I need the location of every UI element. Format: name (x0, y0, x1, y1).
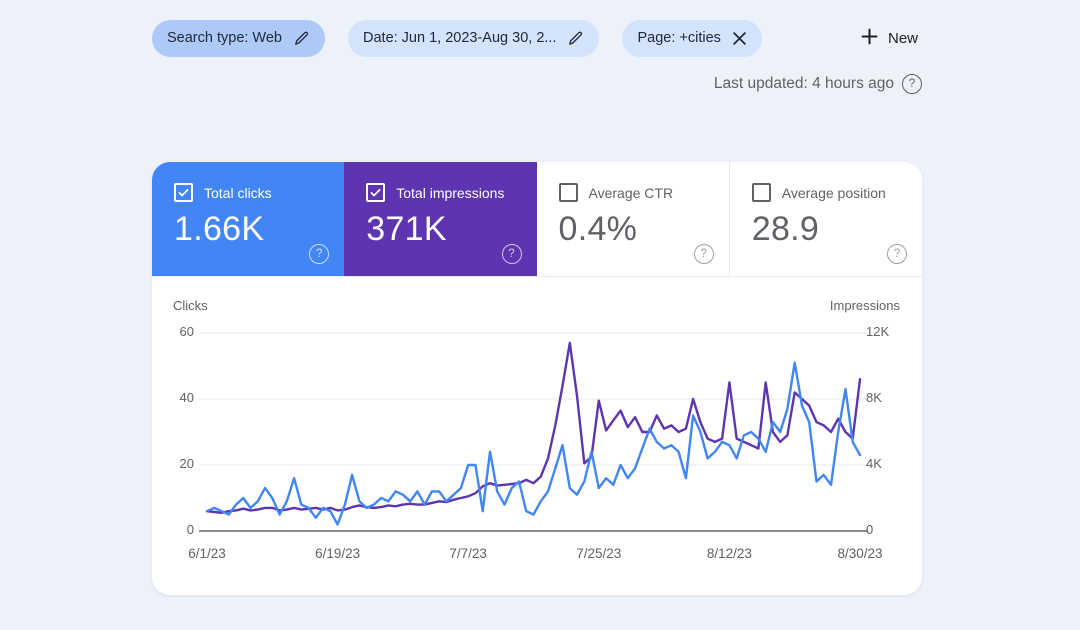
performance-chart: Clicks Impressions 60 40 20 0 12K 8K 4K 0 6/1/23… (152, 276, 922, 595)
last-updated-text: Last updated: 4 hours ago (713, 75, 894, 92)
help-icon[interactable]: ? (309, 244, 330, 264)
filter-chip-date-label: Date: Jun 1, 2023-Aug 30, 2... (363, 30, 557, 46)
x-axis-tick: 7/25/23 (576, 546, 622, 561)
y-axis-tick-left: 60 (179, 324, 194, 339)
checkbox-total-clicks[interactable] (174, 183, 193, 202)
help-icon[interactable]: ? (501, 244, 522, 264)
edit-icon (567, 30, 584, 47)
y-axis-tick-right: 0 (866, 522, 874, 537)
filter-chip-search-type[interactable]: Search type: Web (152, 19, 325, 57)
y-axis-tick-right: 8K (866, 390, 882, 405)
filter-chip-date[interactable]: Date: Jun 1, 2023-Aug 30, 2... (348, 19, 600, 57)
x-axis-tick: 8/30/23 (837, 546, 883, 561)
checkbox-average-position[interactable] (751, 183, 771, 202)
help-icon[interactable]: ? (887, 244, 907, 264)
card-head: Average CTR (558, 183, 729, 202)
x-axis-tick: 7/7/23 (449, 546, 487, 561)
clicks-line (205, 361, 862, 526)
new-filter-label: New (887, 29, 918, 47)
checkbox-total-impressions[interactable] (366, 183, 386, 202)
metric-card-total-clicks[interactable]: Total clicks 1.66K ? (152, 162, 345, 276)
card-value: 28.9 (751, 210, 820, 248)
card-label: Average CTR (588, 184, 674, 201)
filters-row: Search type: Web Date: Jun 1, 2023-Aug 3… (152, 19, 922, 57)
close-icon[interactable] (732, 31, 747, 46)
card-head: Total impressions (366, 183, 536, 202)
card-head: Total clicks (174, 183, 344, 202)
card-value: 0.4% (558, 210, 638, 248)
y-axis-tick-left: 20 (179, 456, 194, 471)
new-filter-button[interactable]: New (857, 22, 922, 55)
last-updated-row: Last updated: 4 hours ago ? (152, 74, 922, 94)
y-axis-tick-right: 12K (866, 324, 890, 339)
edit-icon (293, 30, 310, 47)
filter-chip-search-type-label: Search type: Web (167, 30, 282, 46)
impressions-line (205, 341, 862, 515)
card-head: Average position (751, 183, 922, 202)
filter-chip-page-label: Page: +cities (637, 30, 721, 46)
help-icon[interactable]: ? (902, 74, 922, 94)
x-axis-tick: 6/19/23 (315, 546, 361, 561)
y-axis-tick-left: 40 (179, 390, 194, 405)
help-icon[interactable]: ? (693, 244, 714, 264)
metric-card-total-impressions[interactable]: Total impressions 371K ? (344, 162, 537, 276)
x-axis-tick: 6/1/23 (188, 546, 226, 561)
card-value: 371K (366, 210, 447, 248)
x-axis-tick: 8/12/23 (706, 546, 752, 561)
metric-card-average-ctr[interactable]: Average CTR 0.4% ? (536, 162, 729, 276)
checkbox-average-ctr[interactable] (558, 183, 578, 202)
card-value: 1.66K (174, 210, 265, 248)
y-axis-tick-right: 4K (866, 456, 882, 471)
metric-card-average-position[interactable]: Average position 28.9 ? (728, 162, 922, 276)
performance-panel: Total clicks 1.66K ? Total impressions 3… (152, 162, 922, 595)
metric-cards-row: Total clicks 1.66K ? Total impressions 3… (152, 162, 922, 277)
plus-icon (861, 28, 878, 49)
card-label: Total impressions (396, 184, 505, 201)
card-label: Average position (781, 184, 886, 201)
card-label: Total clicks (204, 184, 272, 201)
filter-chip-page[interactable]: Page: +cities (622, 19, 762, 57)
y-axis-tick-left: 0 (186, 522, 194, 537)
chart-canvas[interactable] (152, 276, 922, 595)
